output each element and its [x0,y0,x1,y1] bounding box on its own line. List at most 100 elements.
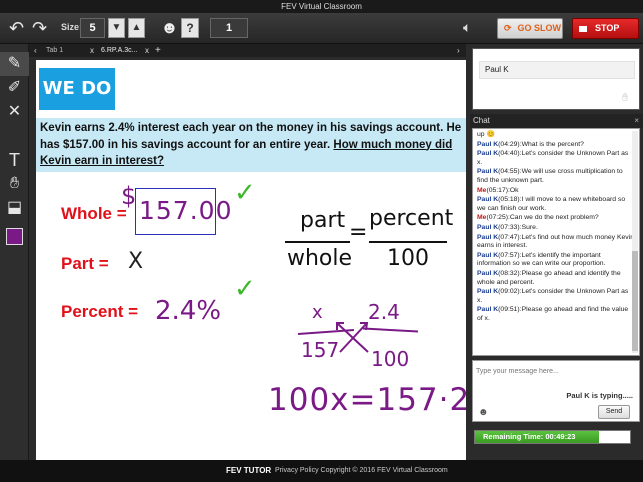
tab-bar: ‹ Tab 1 x 6.RP.A.3c... x + › [29,44,466,57]
chat-log[interactable]: up 😊 Paul K(04:29):What is the percent? Pa… [472,128,640,356]
chat-time: (07:57): [498,251,522,259]
top-toolbar: ↶ ↷ Size: 5 ▼ ▲ ☻ ? 1 🔈︎ ⟳ GO SLOW STOP [0,13,643,44]
app-window: FEV Virtual Classroom ↶ ↷ Size: 5 ▼ ▲ ☻ … [0,0,643,482]
ratio-100: 100 [387,246,429,271]
chat-message: Paul K(04:55):We will use cross multipli… [477,168,635,185]
chat-message: Paul K(04:40):Let's consider the Unknown… [477,150,635,167]
ratio-whole: whole [287,246,353,271]
part-label: Part = [61,254,109,273]
user-row[interactable]: Paul K [479,61,635,79]
size-value[interactable]: 5 [80,18,105,38]
chat-text: Can we do the next problem? [509,214,599,222]
remaining-time-bar: Remaining Time: 00:49:23 [474,430,631,444]
chat-text: What is the percent? [521,140,584,148]
chat-text: Sure. [521,223,538,231]
window-title: FEV Virtual Classroom [0,0,643,13]
tab-1[interactable]: Tab 1 [46,45,63,57]
tab-scroll-right[interactable]: › [457,45,460,57]
chat-time: (04:55): [498,168,522,176]
chat-messages: up 😊 Paul K(04:29):What is the percent? Pa… [477,131,635,323]
chat-sender: Paul K [477,288,499,296]
timer-text: Remaining Time: 00:49:23 [483,431,575,443]
redo-icon[interactable]: ↷ [32,18,47,38]
chat-sender: Paul K [477,196,499,204]
timer-label: Remaining Time: [483,432,544,441]
we-do-banner: WE DO [39,68,115,110]
whole-label: Whole = [61,204,127,223]
tab-2[interactable]: 6.RP.A.3c... [101,45,137,57]
chat-sender: Paul K [477,223,499,231]
chat-scrollbar[interactable] [632,131,638,353]
stop-button[interactable]: STOP [572,18,639,39]
raise-hand-icon[interactable]: ✋︎ [622,92,628,105]
page-number-field[interactable]: 1 [210,18,248,38]
eraser-icon[interactable]: ⬓ [0,196,29,220]
chat-time: (05:18): [498,196,522,204]
emoji-icon[interactable]: ☻ [478,407,489,418]
percent-value: 2.4% [155,296,222,326]
pen-icon[interactable]: ✎ [0,52,29,76]
chat-time: (07:33): [498,223,522,231]
send-button[interactable]: Send [598,405,630,419]
help-icon[interactable]: ? [181,18,199,38]
scrollbar-thumb[interactable] [632,251,638,351]
volume-icon[interactable]: 🔈︎ [463,19,471,36]
chat-time: (09:02): [498,288,522,296]
highlighter-icon[interactable]: ✐ [0,76,29,100]
chat-sender: Paul K [477,269,499,277]
tab-close-icon[interactable]: x [145,45,149,57]
tab-close-icon[interactable]: x [90,45,94,57]
whiteboard-canvas[interactable]: WE DO Kevin earns 2.4% interest each yea… [36,60,466,460]
chat-title: Chat [473,116,490,125]
chat-sender: Paul K [477,233,499,241]
prop-x: x [312,302,323,323]
check-icon: ✓ [234,274,256,304]
chat-sender: Paul K [477,140,499,148]
part-value: X [128,249,144,274]
chat-time: (07:47): [498,233,522,241]
chat-close-icon[interactable]: × [634,114,639,128]
chat-message: up 😊 [477,131,635,140]
chat-message: Paul K(05:18):I will move to a new white… [477,196,635,213]
stop-icon [579,25,587,32]
chat-message-input[interactable] [476,364,636,378]
footer-text: Privacy Policy Copyright © 2016 FEV Virt… [275,467,448,474]
refresh-icon: ⟳ [504,23,512,33]
chat-sender: Paul K [477,150,499,158]
tab-scroll-left[interactable]: ‹ [34,45,37,57]
chat-time: (08:32): [498,269,522,277]
color-swatch[interactable] [6,228,23,245]
chat-sender: Paul K [477,168,499,176]
footer: FEV TUTOR Privacy Policy Copyright © 201… [0,460,643,482]
chat-time: (09:51): [498,306,522,314]
chat-text: Ok [509,186,519,194]
size-decrease-button[interactable]: ▼ [108,18,125,38]
user-list: Paul K [472,48,640,110]
chat-message: Paul K(04:29):What is the percent? [477,141,635,150]
check-icon: ✓ [234,178,256,208]
final-equation: 100x=157·2.4 [268,382,466,418]
ratio-percent: percent [369,206,454,231]
prop-100: 100 [371,347,410,371]
close-icon[interactable]: ✕ [0,100,29,124]
chat-message: Paul K(07:47):Let's find out how much mo… [477,234,635,251]
smiley-icon[interactable]: ☻ [160,18,179,38]
text-icon[interactable]: T [0,148,29,172]
cross-multiply-arrows [336,322,369,353]
chat-text: up 😊 [477,131,495,138]
add-tab-icon[interactable]: + [155,45,161,57]
size-increase-button[interactable]: ▲ [128,18,145,38]
chat-message: Paul K(09:51):Please go ahead and find t… [477,306,635,323]
chat-input-area: Paul K is typing..... ☻ Send [472,360,640,422]
typing-status: Paul K is typing..... [566,391,633,400]
chat-time: (05:17): [486,186,510,194]
go-slow-button[interactable]: ⟳ GO SLOW [497,18,563,39]
ratio-equals: = [349,220,368,245]
undo-icon[interactable]: ↶ [9,18,24,38]
chat-message: Paul K(07:57):Let's identify the importa… [477,252,635,269]
hand-icon[interactable]: ✋︎ [0,172,29,196]
ratio-line-left [285,241,350,243]
fev-tutor-logo: FEV TUTOR [226,466,272,475]
size-label: Size: [61,22,83,32]
chat-message: Me(05:17):Ok [477,187,635,196]
